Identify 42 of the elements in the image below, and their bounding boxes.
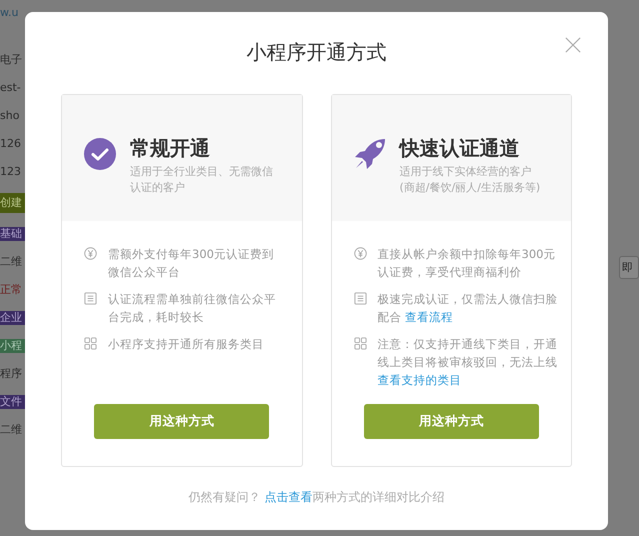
dialog-title: 小程序开通方式 xyxy=(246,39,388,66)
cell-text: 126 xyxy=(0,137,22,151)
version-tag: 文件 xyxy=(0,395,25,409)
footer-text: 仍然有疑问？ 点击查看两种方式的详细对比介绍 xyxy=(188,489,446,506)
document-icon xyxy=(84,292,97,305)
version-tag: 企业 xyxy=(0,311,25,325)
side-button[interactable]: 即 xyxy=(619,256,639,279)
cell-text: 二维 xyxy=(0,423,23,437)
feature-text: 极速完成认证，仅需法人微信扫脸配合 查看流程 xyxy=(378,291,558,326)
yen-icon xyxy=(354,247,366,260)
rocket-icon xyxy=(354,138,386,170)
select-method-button[interactable]: 用这种方式 xyxy=(94,404,270,439)
document-icon xyxy=(354,292,366,305)
cell-text: 程序 xyxy=(0,367,23,381)
cell-text: 电子 xyxy=(0,53,23,67)
details-link[interactable]: 查看流程 xyxy=(405,310,454,324)
check-icon xyxy=(84,138,116,170)
cell-text: est- xyxy=(0,81,22,95)
feature-text: 直接从帐户余额中扣除每年300元认证费，享受代理商福利价 xyxy=(378,246,556,281)
version-tag: 基础 xyxy=(0,227,25,241)
cell-text: 123 xyxy=(0,165,22,179)
cell-text: 二维 xyxy=(0,255,23,269)
grid-icon xyxy=(354,337,366,350)
create-button[interactable]: 创建 xyxy=(0,193,25,213)
grid-icon xyxy=(84,337,97,350)
cell-text: sho xyxy=(0,109,20,123)
select-method-button[interactable]: 用这种方式 xyxy=(364,404,539,439)
feature-text: 小程序支持开通所有服务类目 xyxy=(108,336,265,353)
option-title: 快速认证通道 xyxy=(400,135,520,161)
feature-text: 需额外支付每年300元认证费到微信公众平台 xyxy=(108,246,275,281)
close-icon[interactable] xyxy=(565,37,581,53)
compare-link[interactable]: 点击查看 xyxy=(264,490,312,504)
yen-icon xyxy=(84,247,97,260)
url-text[interactable]: w.u xyxy=(0,6,25,19)
details-link[interactable]: 查看支持的类目 xyxy=(378,373,462,387)
option-description: 适用于线下实体经营的客户(商超/餐饮/丽人/生活服务等) xyxy=(400,164,542,196)
option-title: 常规开通 xyxy=(130,135,211,161)
option-description: 适用于全行业类目、无需微信认证的客户 xyxy=(130,164,274,196)
status-tag: 小程 xyxy=(0,339,25,353)
feature-text: 认证流程需单独前往微信公众平台完成，耗时较长 xyxy=(108,291,277,326)
status-text: 正常 xyxy=(0,283,23,297)
feature-text: 注意：仅支持开通线下类目，开通线上类目将被审核驳回，无法上线 查看支持的类目 xyxy=(378,336,558,389)
